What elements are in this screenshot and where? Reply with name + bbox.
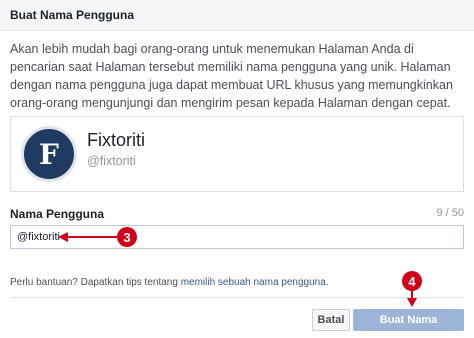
intro-line: Akan lebih mudah bagi orang-orang untuk … <box>10 42 414 56</box>
annotation-step-3: 3 <box>117 227 137 247</box>
help-prefix: Perlu bantuan? Dapatkan tips tentang <box>10 277 181 288</box>
character-count: 9 / 50 <box>436 207 464 219</box>
intro-line: pencarian saat Halaman tersebut memiliki… <box>10 60 451 74</box>
cancel-button[interactable]: Batal <box>312 309 350 331</box>
help-suffix: . <box>325 277 329 288</box>
username-input[interactable] <box>10 225 464 249</box>
create-username-button[interactable]: Buat Nama Pengguna <box>353 309 464 338</box>
intro-line: orang-orang mengunjungi dan mengirim pes… <box>10 96 451 110</box>
page-name: Fixtoriti <box>87 130 145 150</box>
choose-username-tips-link[interactable]: memilih sebuah nama pengguna <box>181 277 326 288</box>
annotation-step-4: 4 <box>402 271 422 291</box>
username-label: Nama Pengguna <box>10 207 105 221</box>
dialog-title: Buat Nama Pengguna <box>10 8 135 22</box>
help-text: Perlu bantuan? Dapatkan tips tentang mem… <box>10 277 329 288</box>
intro-line: dengan nama pengguna juga dapat membuat … <box>10 78 453 92</box>
dialog-header: Buat Nama Pengguna <box>0 0 474 31</box>
intro-text: Akan lebih mudah bagi orang-orang untuk … <box>10 40 466 112</box>
page-handle: @fixtoriti <box>87 154 136 168</box>
page-preview-card: F Fixtoriti @fixtoriti <box>10 116 464 192</box>
page-avatar: F <box>21 126 77 182</box>
footer-divider <box>10 297 464 298</box>
